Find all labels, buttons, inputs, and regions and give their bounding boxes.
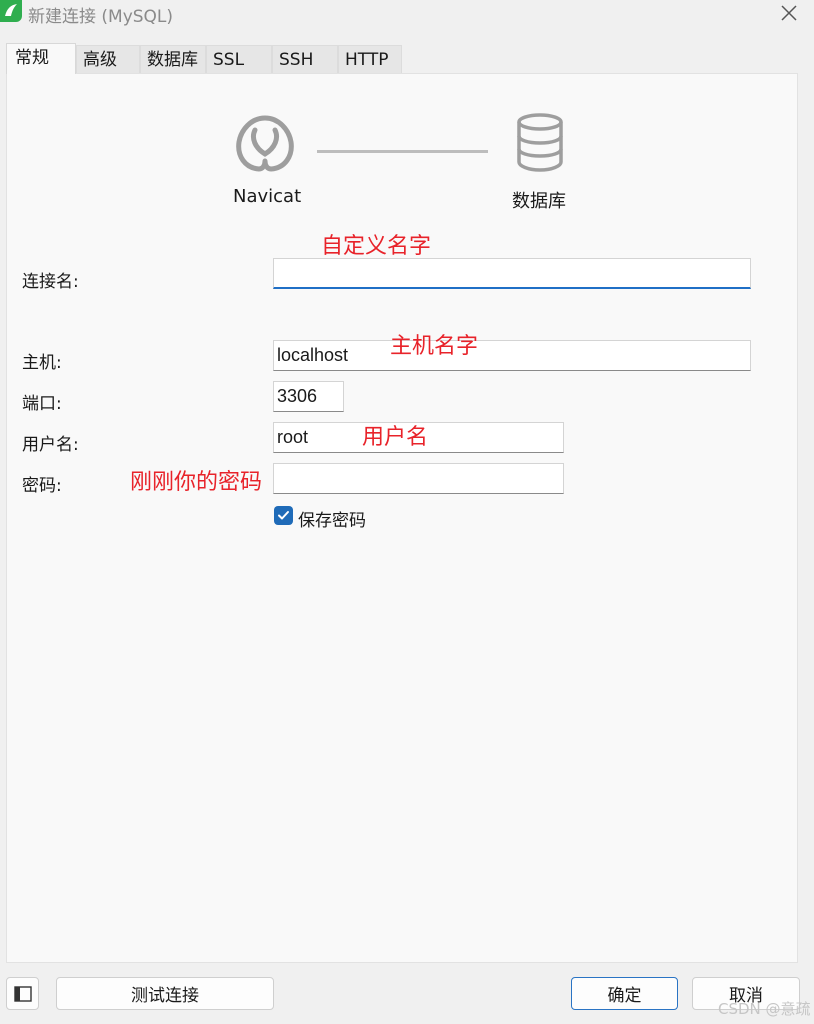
ok-button[interactable]: 确定: [571, 977, 678, 1010]
password-input[interactable]: [273, 463, 564, 494]
username-annotation: 用户名: [362, 425, 429, 450]
password-label: 密码:: [22, 476, 62, 496]
connection-name-annotation: 自定义名字: [321, 234, 432, 259]
host-label: 主机:: [22, 353, 62, 373]
port-input[interactable]: [273, 381, 344, 412]
database-icon: [517, 113, 563, 172]
save-password-label: 保存密码: [298, 511, 366, 531]
toggle-panel-button[interactable]: [6, 977, 39, 1010]
general-settings-panel: [6, 73, 798, 963]
navicat-label: Navicat: [233, 186, 302, 207]
tab-database[interactable]: 数据库: [140, 45, 206, 74]
close-icon: [781, 5, 797, 21]
port-label: 端口:: [22, 394, 62, 414]
tab-general[interactable]: 常规: [6, 43, 76, 74]
tab-ssh[interactable]: SSH: [272, 45, 338, 74]
database-label: 数据库: [512, 191, 566, 212]
password-annotation: 刚刚你的密码: [130, 470, 263, 495]
navicat-icon: [236, 115, 294, 172]
host-input[interactable]: [273, 340, 751, 371]
close-button[interactable]: [774, 0, 804, 26]
window-title: 新建连接 (MySQL): [28, 7, 174, 27]
connection-name-label: 连接名:: [22, 272, 79, 292]
tab-advanced[interactable]: 高级: [76, 45, 140, 74]
sidebar-panel-icon: [13, 985, 32, 1002]
tab-ssl[interactable]: SSL: [206, 45, 272, 74]
checkmark-icon: [278, 511, 289, 520]
save-password-checkbox[interactable]: [274, 506, 293, 525]
username-label: 用户名:: [22, 435, 79, 455]
connection-line: [317, 150, 488, 153]
host-annotation: 主机名字: [390, 334, 479, 359]
connection-name-input[interactable]: [273, 258, 751, 289]
tab-http[interactable]: HTTP: [338, 45, 402, 74]
title-bar: 新建连接 (MySQL): [0, 0, 814, 28]
test-connection-button[interactable]: 测试连接: [56, 977, 274, 1010]
navicat-logo-icon: [0, 0, 22, 22]
watermark: CSDN @意疏: [718, 1000, 811, 1018]
